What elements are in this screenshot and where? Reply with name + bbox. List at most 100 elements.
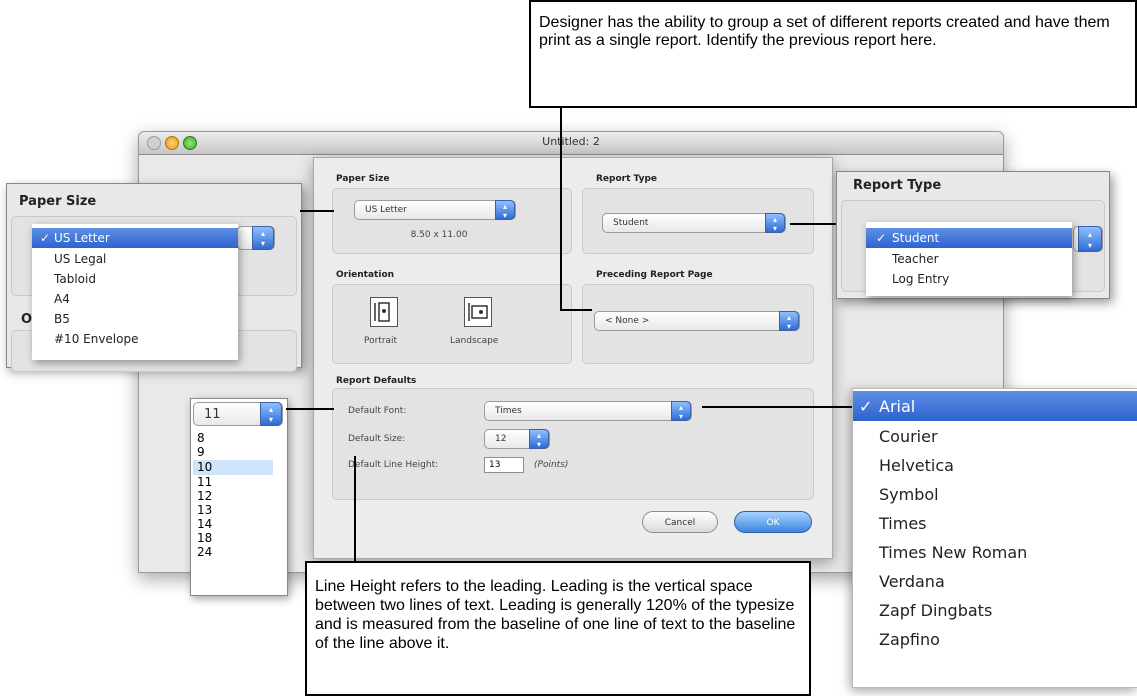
connector-line bbox=[790, 223, 836, 225]
menu-item-helvetica[interactable]: Helvetica bbox=[853, 451, 1137, 480]
size-item[interactable]: 9 bbox=[193, 445, 205, 459]
menu-item-us-letter[interactable]: ✓ US Letter bbox=[32, 228, 238, 248]
menu-item-teacher[interactable]: Teacher bbox=[866, 250, 1072, 270]
default-font-value: Times bbox=[495, 406, 522, 416]
menu-item-label: Arial bbox=[879, 397, 916, 416]
portrait-label: Portrait bbox=[364, 336, 398, 346]
menu-item-times-new-roman[interactable]: Times New Roman bbox=[853, 538, 1137, 567]
connector-line bbox=[354, 456, 356, 562]
popup-arrows-icon: ▴ ▾ bbox=[1078, 226, 1102, 252]
points-label: (Points) bbox=[534, 460, 569, 470]
paper-size-group bbox=[332, 188, 572, 254]
font-menu: ✓ Arial Courier Helvetica Symbol Times T… bbox=[852, 388, 1137, 688]
landscape-option[interactable] bbox=[464, 297, 492, 327]
menu-item-label: Log Entry bbox=[892, 272, 950, 286]
size-item-highlighted[interactable]: 10 bbox=[193, 460, 273, 475]
menu-item-courier[interactable]: Courier bbox=[853, 422, 1137, 451]
size-list-panel: 11 ▴ ▾ 8 9 10 11 12 13 14 18 24 bbox=[190, 398, 288, 596]
menu-item-label: Zapfino bbox=[879, 630, 940, 649]
paper-size-popup[interactable]: US Letter ▴ ▾ bbox=[354, 200, 516, 220]
callout-preceding-report: Designer has the ability to group a set … bbox=[529, 0, 1137, 108]
connector-line bbox=[702, 406, 852, 408]
menu-item-arial[interactable]: ✓ Arial bbox=[853, 391, 1137, 421]
menu-item-label: Teacher bbox=[892, 252, 939, 266]
size-item[interactable]: 11 bbox=[193, 475, 212, 489]
checkmark-icon: ✓ bbox=[876, 231, 887, 245]
paper-size-panel-popup[interactable]: ▴ ▾ bbox=[237, 226, 275, 250]
portrait-option[interactable] bbox=[370, 297, 398, 327]
menu-item-a4[interactable]: A4 bbox=[32, 290, 238, 310]
menu-item-label: A4 bbox=[54, 292, 70, 306]
size-current-value: 11 bbox=[204, 407, 221, 422]
popup-arrows-icon: ▴ ▾ bbox=[252, 226, 274, 250]
default-font-label: Default Font: bbox=[348, 406, 407, 416]
default-size-popup[interactable]: 12 ▴ ▾ bbox=[484, 429, 550, 449]
checkmark-icon: ✓ bbox=[859, 397, 873, 416]
title-bar[interactable]: Untitled: 2 bbox=[139, 132, 1003, 155]
menu-item-label: US Letter bbox=[54, 231, 110, 245]
preceding-report-label: Preceding Report Page bbox=[596, 270, 713, 280]
preceding-report-value: < None > bbox=[605, 316, 650, 326]
menu-item-label: #10 Envelope bbox=[54, 332, 139, 346]
connector-line bbox=[286, 408, 334, 410]
menu-item-label: Times New Roman bbox=[879, 543, 1028, 562]
size-item[interactable]: 14 bbox=[193, 517, 212, 531]
menu-item-log-entry[interactable]: Log Entry bbox=[866, 270, 1072, 290]
default-size-label: Default Size: bbox=[348, 434, 406, 444]
paper-dimensions: 8.50 x 11.00 bbox=[410, 230, 468, 240]
connector-line bbox=[300, 210, 334, 212]
menu-item-zapfino[interactable]: Zapfino bbox=[853, 625, 1137, 654]
size-item[interactable]: 18 bbox=[193, 531, 212, 545]
ok-button[interactable]: OK bbox=[734, 511, 812, 533]
preceding-report-popup[interactable]: < None > ▴ ▾ bbox=[594, 311, 800, 331]
popup-arrows-icon: ▴ ▾ bbox=[495, 200, 515, 220]
menu-item-zapf-dingbats[interactable]: Zapf Dingbats bbox=[853, 596, 1137, 625]
size-item[interactable]: 24 bbox=[193, 545, 212, 559]
report-type-menu: ✓ Student Teacher Log Entry bbox=[866, 222, 1072, 296]
orientation-clipped-label: O bbox=[21, 312, 33, 327]
default-font-popup[interactable]: Times ▴ ▾ bbox=[484, 401, 692, 421]
popup-arrows-icon: ▴ ▾ bbox=[765, 213, 785, 233]
menu-item-label: Tabloid bbox=[54, 272, 96, 286]
orientation-label: Orientation bbox=[336, 270, 395, 280]
size-item[interactable]: 13 bbox=[193, 503, 212, 517]
default-size-value: 12 bbox=[495, 434, 507, 444]
menu-item-symbol[interactable]: Symbol bbox=[853, 480, 1137, 509]
menu-item-label: Symbol bbox=[879, 485, 939, 504]
menu-item-verdana[interactable]: Verdana bbox=[853, 567, 1137, 596]
connector-line bbox=[560, 108, 562, 310]
menu-item-times[interactable]: Times bbox=[853, 509, 1137, 538]
popup-arrows-icon: ▴ ▾ bbox=[779, 311, 799, 331]
size-item[interactable]: 8 bbox=[193, 431, 205, 445]
report-type-label: Report Type bbox=[596, 174, 658, 184]
connector-line bbox=[560, 309, 592, 311]
menu-item-label: Times bbox=[879, 514, 927, 533]
popup-arrows-icon: ▴ ▾ bbox=[671, 401, 691, 421]
paper-size-value: US Letter bbox=[365, 205, 407, 215]
menu-item-tabloid[interactable]: Tabloid bbox=[32, 270, 238, 290]
report-type-popup[interactable]: Student ▴ ▾ bbox=[602, 213, 786, 233]
line-height-field[interactable]: 13 bbox=[484, 457, 524, 473]
popup-arrows-icon: ▴ ▾ bbox=[260, 402, 282, 426]
size-item[interactable]: 12 bbox=[193, 489, 212, 503]
popup-arrows-icon: ▴ ▾ bbox=[529, 429, 549, 449]
size-list: 8 9 10 11 12 13 14 18 24 bbox=[193, 431, 273, 591]
menu-item-label: US Legal bbox=[54, 252, 107, 266]
report-type-panel-popup[interactable]: ▴ ▾ bbox=[1073, 226, 1103, 252]
default-line-height-label: Default Line Height: bbox=[348, 460, 439, 470]
report-type-panel-title: Report Type bbox=[853, 178, 942, 193]
size-popup[interactable]: 11 ▴ ▾ bbox=[193, 402, 283, 426]
menu-item-label: B5 bbox=[54, 312, 70, 326]
report-type-value: Student bbox=[613, 218, 649, 228]
menu-item-label: Zapf Dingbats bbox=[879, 601, 993, 620]
window-title: Untitled: 2 bbox=[542, 135, 600, 148]
menu-item-label: Student bbox=[892, 231, 940, 245]
paper-size-panel-title: Paper Size bbox=[19, 194, 97, 209]
cancel-button[interactable]: Cancel bbox=[642, 511, 718, 533]
menu-item-student[interactable]: ✓ Student bbox=[866, 228, 1072, 248]
menu-item-us-legal[interactable]: US Legal bbox=[32, 250, 238, 270]
menu-item-label: Courier bbox=[879, 427, 938, 446]
callout-line-height: Line Height refers to the leading. Leadi… bbox=[305, 561, 811, 696]
menu-item-10-envelope[interactable]: #10 Envelope bbox=[32, 330, 238, 350]
menu-item-b5[interactable]: B5 bbox=[32, 310, 238, 330]
